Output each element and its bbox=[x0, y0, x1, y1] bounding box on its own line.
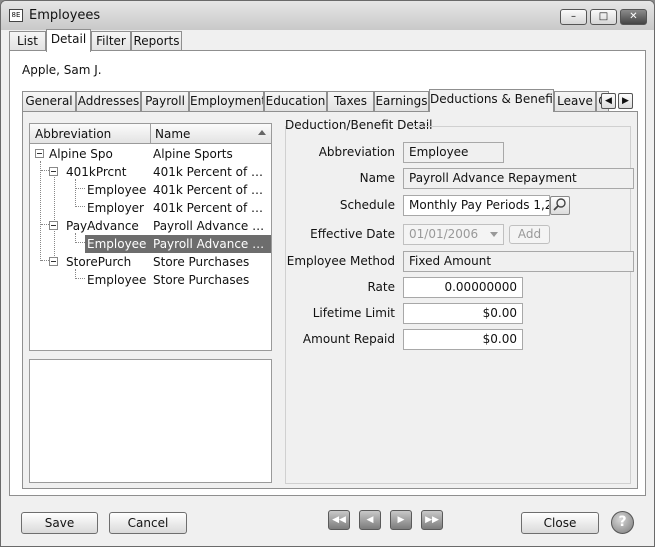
cancel-button[interactable]: Cancel bbox=[109, 512, 187, 534]
employees-window: 8E Employees – □ ✕ List Detail Filter Re… bbox=[0, 0, 655, 547]
tab-list[interactable]: List bbox=[9, 31, 46, 51]
deductions-benefits-panel: Abbreviation Name Alpine Spo Alpine Spor… bbox=[22, 111, 638, 489]
row-name: 401k Percent of Wages bbox=[153, 183, 267, 197]
tab-scroll-right-icon[interactable]: ▶ bbox=[618, 93, 633, 109]
magnifier-icon[interactable] bbox=[550, 196, 570, 215]
detail-panel: Apple, Sam J. General Addresses Payroll … bbox=[9, 50, 646, 496]
effective-date-dropdown: 01/01/2006 bbox=[403, 224, 504, 245]
row-abbreviation: Employee bbox=[87, 183, 147, 197]
tree-row-detail[interactable]: Employer 401k Percent of Wages bbox=[30, 199, 271, 217]
employee-name: Apple, Sam J. bbox=[22, 63, 102, 77]
close-button[interactable]: Close bbox=[521, 512, 599, 534]
maximize-button[interactable]: □ bbox=[590, 9, 617, 25]
first-record-icon[interactable]: ◀◀ bbox=[328, 510, 350, 530]
row-abbreviation: StorePurch bbox=[66, 255, 132, 269]
tab-payroll[interactable]: Payroll bbox=[141, 91, 189, 111]
tree-row-deduction[interactable]: StorePurch Store Purchases bbox=[30, 253, 271, 271]
previous-record-icon[interactable]: ◀ bbox=[359, 510, 381, 530]
amount-repaid-input[interactable]: $0.00 bbox=[403, 329, 523, 350]
last-record-icon[interactable]: ▶▶ bbox=[421, 510, 443, 530]
lifetime-limit-label: Lifetime Limit bbox=[312, 306, 395, 320]
save-button[interactable]: Save bbox=[21, 512, 98, 534]
tab-reports[interactable]: Reports bbox=[131, 31, 182, 51]
tab-detail[interactable]: Detail bbox=[46, 29, 91, 52]
collapse-icon[interactable] bbox=[35, 149, 44, 158]
row-name: Payroll Advance Repayment bbox=[153, 219, 267, 233]
tree-row-company[interactable]: Alpine Spo Alpine Sports bbox=[30, 145, 271, 163]
tab-taxes[interactable]: Taxes bbox=[327, 91, 374, 111]
row-abbreviation: Employee bbox=[87, 273, 147, 287]
employee-method-label: Employee Method bbox=[286, 254, 395, 268]
add-button: Add bbox=[509, 225, 550, 244]
chevron-down-icon bbox=[490, 232, 498, 237]
effective-date-value: 01/01/2006 bbox=[409, 227, 479, 241]
row-abbreviation: PayAdvance bbox=[66, 219, 139, 233]
tab-earnings[interactable]: Earnings bbox=[374, 91, 429, 111]
tab-education[interactable]: Education bbox=[264, 91, 327, 111]
column-abbreviation[interactable]: Abbreviation bbox=[35, 127, 111, 141]
tree-header: Abbreviation Name bbox=[30, 124, 271, 144]
tab-employment[interactable]: Employment bbox=[189, 91, 264, 111]
row-name: Payroll Advance Repayment bbox=[153, 237, 267, 251]
schedule-label: Schedule bbox=[339, 198, 395, 212]
abbreviation-label: Abbreviation bbox=[318, 145, 395, 159]
title-bar[interactable]: 8E Employees – □ ✕ bbox=[1, 1, 654, 30]
name-field: Payroll Advance Repayment bbox=[403, 168, 634, 189]
row-name: 401k Percent of Wages bbox=[153, 165, 267, 179]
lifetime-limit-input[interactable]: $0.00 bbox=[403, 303, 523, 324]
deductions-tree[interactable]: Abbreviation Name Alpine Spo Alpine Spor… bbox=[29, 123, 272, 351]
close-window-button[interactable]: ✕ bbox=[620, 9, 647, 25]
effective-date-label: Effective Date bbox=[310, 227, 395, 241]
schedule-field[interactable]: Monthly Pay Periods 1,2,3,4, bbox=[403, 195, 550, 216]
collapse-icon[interactable] bbox=[49, 167, 58, 176]
help-icon[interactable]: ? bbox=[611, 511, 634, 534]
tab-deductions-benefits[interactable]: Deductions & Benefits bbox=[429, 89, 554, 112]
column-divider[interactable] bbox=[150, 124, 151, 143]
collapse-icon[interactable] bbox=[49, 257, 58, 266]
tab-filter[interactable]: Filter bbox=[91, 31, 131, 51]
abbreviation-field: Employee bbox=[403, 142, 504, 163]
amount-repaid-label: Amount Repaid bbox=[302, 332, 395, 346]
employee-method-field: Fixed Amount bbox=[403, 251, 634, 272]
next-record-icon[interactable]: ▶ bbox=[390, 510, 412, 530]
tab-scroll-left-icon[interactable]: ◀ bbox=[601, 93, 616, 109]
row-abbreviation: Employee bbox=[87, 237, 147, 251]
notes-box[interactable] bbox=[29, 359, 272, 483]
employees-card-icon: 8E bbox=[9, 9, 23, 22]
minimize-button[interactable]: – bbox=[560, 9, 587, 25]
row-name: 401k Percent of Wages bbox=[153, 201, 267, 215]
tab-addresses[interactable]: Addresses bbox=[76, 91, 141, 111]
row-abbreviation: Employer bbox=[87, 201, 144, 215]
deduction-benefit-detail-group: Deduction/Benefit Detail Abbreviation Em… bbox=[285, 118, 634, 484]
rate-input[interactable]: 0.00000000 bbox=[403, 277, 523, 298]
rate-label: Rate bbox=[367, 280, 395, 294]
column-name[interactable]: Name bbox=[155, 127, 190, 141]
tree-row-deduction[interactable]: 401kPrcnt 401k Percent of Wages bbox=[30, 163, 271, 181]
row-name: Store Purchases bbox=[153, 273, 250, 287]
tab-leave[interactable]: Leave bbox=[554, 91, 596, 111]
sort-ascending-icon bbox=[258, 130, 266, 135]
row-abbreviation: Alpine Spo bbox=[49, 147, 113, 161]
tab-general[interactable]: General bbox=[22, 91, 76, 111]
row-name: Alpine Sports bbox=[153, 147, 233, 161]
window-title: Employees bbox=[29, 8, 101, 23]
row-abbreviation: 401kPrcnt bbox=[66, 165, 127, 179]
row-name: Store Purchases bbox=[153, 255, 250, 269]
sub-tab-strip: General Addresses Payroll Employment Edu… bbox=[22, 89, 636, 112]
tree-row-detail[interactable]: Employee 401k Percent of Wages bbox=[30, 181, 271, 199]
tree-row-detail-selected[interactable]: Employee Payroll Advance Repayment bbox=[30, 235, 271, 253]
collapse-icon[interactable] bbox=[49, 221, 58, 230]
tree-row-deduction[interactable]: PayAdvance Payroll Advance Repayment bbox=[30, 217, 271, 235]
name-label: Name bbox=[359, 171, 395, 185]
tree-row-detail[interactable]: Employee Store Purchases bbox=[30, 271, 271, 289]
